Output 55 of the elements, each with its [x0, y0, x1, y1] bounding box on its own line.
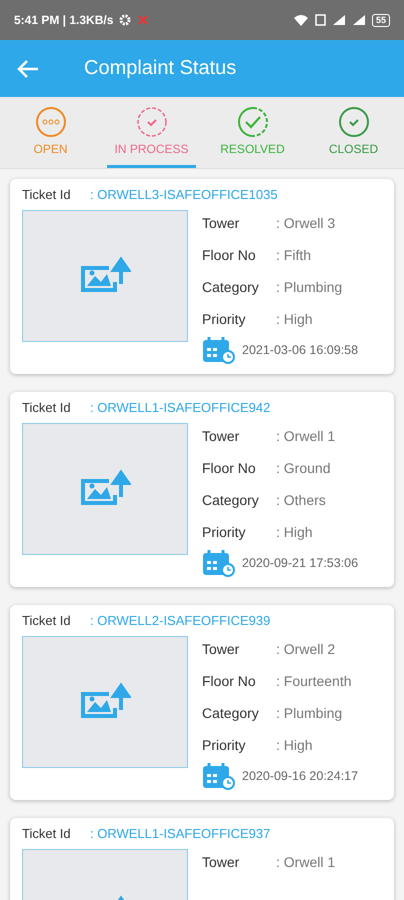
field-value: : Plumbing: [276, 279, 342, 295]
ticket-id-label: Ticket Id: [22, 187, 72, 202]
calendar-clock-icon: [202, 336, 236, 364]
battery-indicator: 55: [372, 14, 390, 26]
back-arrow-icon[interactable]: [16, 58, 40, 78]
field-value: : High: [276, 737, 313, 753]
field-label: Tower: [202, 215, 240, 231]
ticket-id-label: Ticket Id: [22, 400, 72, 415]
ticket-id: : ORWELL3-ISAFEOFFICE1035: [90, 187, 278, 202]
status-time: 5:41 PM | 1.3KB/s: [14, 13, 114, 27]
field-value: : Orwell 3: [276, 215, 336, 231]
field-value: : Orwell 1: [276, 428, 336, 444]
ticket-card[interactable]: Ticket Id : ORWELL3-ISAFEOFFICE1035 Tower : Orwell 3 Floor No : Fifth Category : Plumbing Priority : High 2021-03-06 16:09:58: [10, 179, 394, 374]
signal-icon: [332, 14, 346, 26]
ticket-card[interactable]: Ticket Id : ORWELL1-ISAFEOFFICE942 Tower : Orwell 1 Floor No : Ground Category : Others Priority : High 2020-09-21 17:53:06: [10, 392, 394, 587]
field-label: Category: [202, 279, 260, 295]
field-label: Priority: [202, 524, 247, 540]
sim-icon: [314, 14, 326, 26]
ticket-id: : ORWELL1-ISAFEOFFICE937: [90, 826, 270, 841]
field-value: : Ground: [276, 460, 330, 476]
ticket-date: 2021-03-06 16:09:58: [242, 343, 358, 357]
field-label: Tower: [202, 428, 240, 444]
ticket-id-label: Ticket Id: [22, 613, 72, 628]
image-placeholder[interactable]: [22, 210, 188, 342]
calendar-clock-icon: [202, 762, 236, 790]
ticket-card[interactable]: Ticket Id : ORWELL1-ISAFEOFFICE937 Tower : Orwell 1: [10, 818, 394, 900]
field-value: : High: [276, 311, 313, 327]
field-value: : Orwell 2: [276, 641, 336, 657]
ticket-id: : ORWELL2-ISAFEOFFICE939: [90, 613, 270, 628]
field-value: : High: [276, 524, 313, 540]
field-value: : Orwell 1: [276, 854, 336, 870]
ticket-id: : ORWELL1-ISAFEOFFICE942: [90, 400, 270, 415]
field-value: : Fifth: [276, 247, 312, 263]
field-value: : Others: [276, 492, 326, 508]
field-label: Floor No: [202, 247, 257, 263]
field-label: Floor No: [202, 673, 257, 689]
image-placeholder[interactable]: [22, 423, 188, 555]
field-label: Category: [202, 705, 260, 721]
field-label: Priority: [202, 737, 247, 753]
ticket-id-label: Ticket Id: [22, 826, 72, 841]
image-placeholder[interactable]: [22, 636, 188, 768]
ticket-card[interactable]: Ticket Id : ORWELL2-ISAFEOFFICE939 Tower : Orwell 2 Floor No : Fourteenth Category : Plumbing Priority : High 2020-09-16 20:24:17: [10, 605, 394, 800]
field-value: : Fourteenth: [276, 673, 352, 689]
calendar-clock-icon: [202, 549, 236, 577]
field-value: : Plumbing: [276, 705, 342, 721]
field-label: Tower: [202, 854, 240, 870]
signal-icon: [352, 14, 366, 26]
field-label: Category: [202, 492, 260, 508]
ticket-date: 2020-09-16 20:24:17: [242, 769, 358, 783]
wifi-icon: [292, 14, 309, 26]
ticket-date: 2020-09-21 17:53:06: [242, 556, 358, 570]
field-label: Priority: [202, 311, 247, 327]
field-label: Tower: [202, 641, 240, 657]
field-label: Floor No: [202, 460, 257, 476]
screen-title: Complaint Status: [84, 57, 236, 80]
